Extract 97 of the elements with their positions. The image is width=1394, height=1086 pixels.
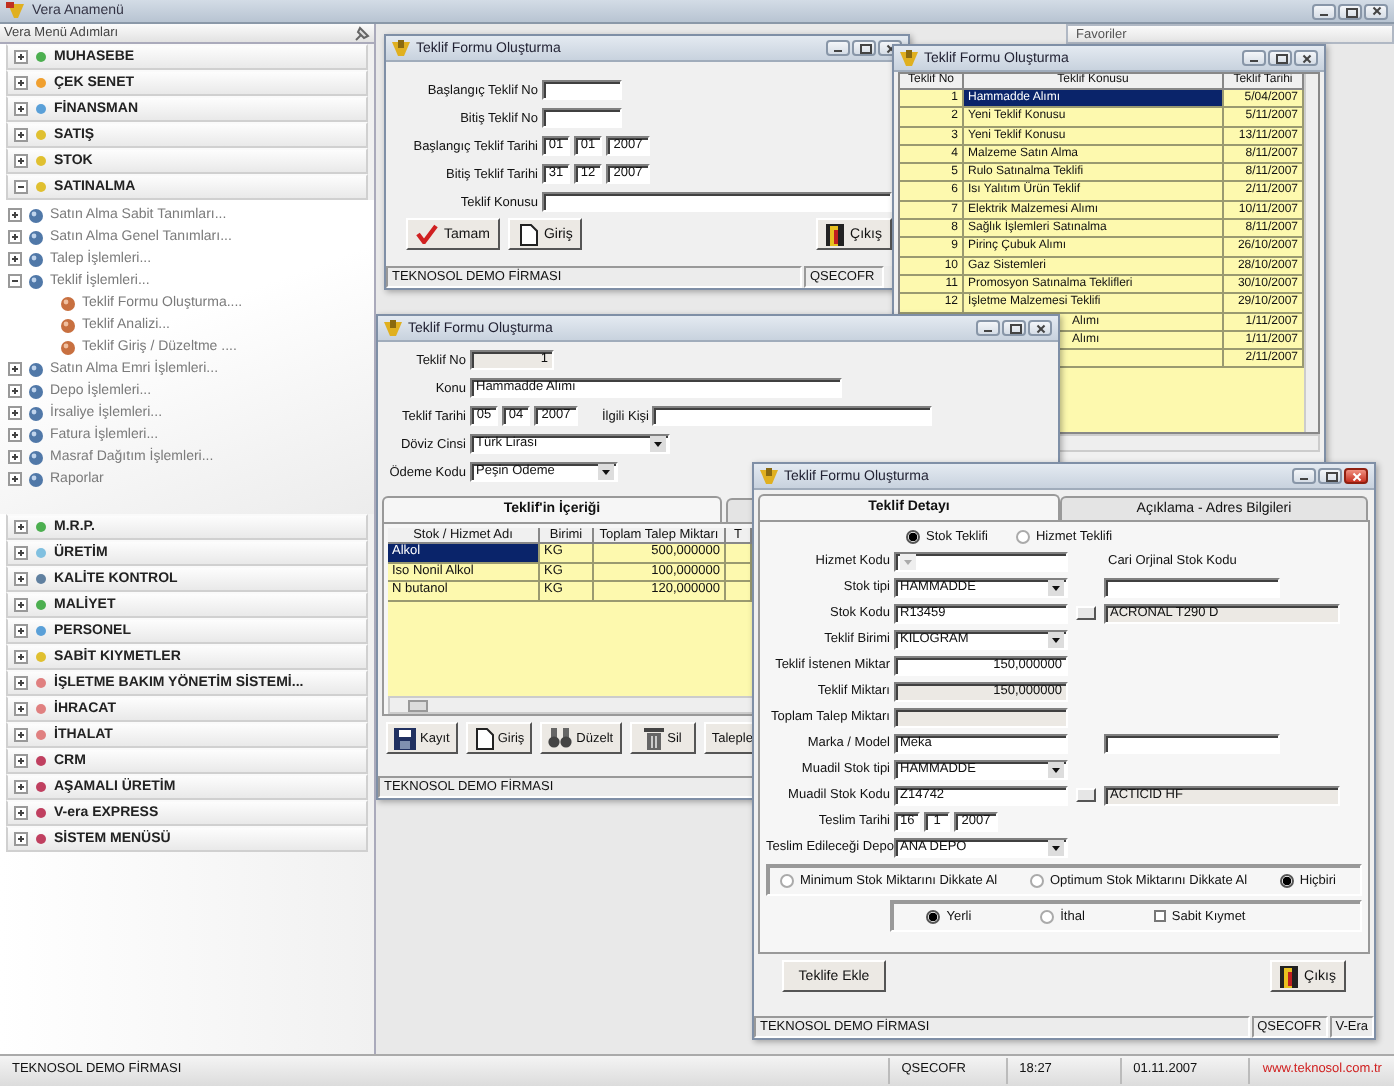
plus-box-icon[interactable] [14,520,28,534]
input-field[interactable] [652,406,933,426]
close-button[interactable] [1344,468,1368,484]
plus-box-icon[interactable] [14,728,28,742]
plus-box-icon[interactable] [8,230,22,244]
minus-box-icon[interactable] [14,180,28,194]
pin-icon[interactable] [354,25,370,41]
plus-box-icon[interactable] [8,472,22,486]
plus-box-icon[interactable] [14,154,28,168]
plus-box-icon[interactable] [14,624,28,638]
plus-box-icon[interactable] [14,76,28,90]
plus-box-icon[interactable] [8,208,22,222]
dropdown-arrow-icon [1048,579,1064,595]
minimize-button[interactable] [976,320,1000,336]
node-icon [28,251,44,267]
radio-button[interactable] [780,873,794,887]
minimize-button[interactable] [1242,50,1266,66]
dropdown-arrow-icon [1048,631,1064,647]
plus-box-icon[interactable] [14,546,28,560]
lookup-button[interactable] [1076,788,1096,802]
radio-button[interactable] [906,530,920,544]
minimize-button[interactable] [826,40,850,56]
maximize-button[interactable] [1338,3,1362,19]
minimize-button[interactable] [1312,3,1336,19]
input-field[interactable] [894,707,1068,727]
radio-button[interactable] [1029,873,1044,887]
app-icon [900,49,918,67]
input-field[interactable] [1104,577,1280,597]
door-icon [826,223,845,245]
radio-button[interactable] [1279,873,1294,887]
node-icon [28,405,44,421]
page-icon [517,223,538,245]
leaf-icon [60,317,76,333]
app-icon [384,319,402,337]
table-cell [726,544,752,564]
close-button[interactable] [1294,50,1318,66]
node-icon [28,273,44,289]
plus-box-icon[interactable] [14,806,28,820]
app-icon [392,39,410,57]
plus-box-icon[interactable] [14,702,28,716]
table-cell [726,582,752,602]
plus-box-icon[interactable] [14,676,28,690]
input-field[interactable] [1104,733,1280,753]
radio-button[interactable] [1015,530,1030,544]
radio-button[interactable] [1040,909,1055,923]
plus-box-icon[interactable] [14,754,28,768]
dropdown-arrow-icon [1048,761,1064,777]
app-icon [6,2,26,20]
radio-button[interactable] [926,909,941,923]
plus-box-icon[interactable] [8,428,22,442]
door-icon [1280,965,1299,987]
node-icon [28,449,44,465]
vertical-scrollbar[interactable] [1304,74,1318,432]
dropdown-arrow-icon [1048,839,1064,855]
lookup-button[interactable] [1076,606,1096,620]
plus-box-icon[interactable] [14,832,28,846]
node-icon [28,471,44,487]
input-field[interactable] [542,108,622,128]
plus-box-icon[interactable] [14,650,28,664]
plus-box-icon[interactable] [14,50,28,64]
check-icon [416,224,438,244]
plus-box-icon[interactable] [8,384,22,398]
leaf-icon [60,295,76,311]
node-icon [28,361,44,377]
plus-box-icon[interactable] [8,450,22,464]
minimize-button[interactable] [1292,468,1316,484]
plus-box-icon[interactable] [8,252,22,266]
dropdown-arrow-icon [598,464,614,480]
minus-box-icon[interactable] [8,274,22,288]
input-field[interactable] [542,192,892,212]
maximize-button[interactable] [1268,50,1292,66]
trash-icon [643,727,664,749]
plus-box-icon[interactable] [8,406,22,420]
maximize-button[interactable] [1318,468,1342,484]
close-button[interactable] [1364,3,1388,19]
plus-box-icon[interactable] [14,128,28,142]
binoculars-icon [548,728,573,748]
table-cell [726,563,752,583]
node-icon [28,383,44,399]
app-icon [760,467,778,485]
close-button[interactable] [1028,320,1052,336]
node-icon [28,207,44,223]
plus-box-icon[interactable] [14,780,28,794]
plus-box-icon[interactable] [14,598,28,612]
node-icon [28,427,44,443]
plus-box-icon[interactable] [14,572,28,586]
maximize-button[interactable] [852,40,876,56]
dropdown-arrow-icon [900,553,916,569]
page-icon [473,727,494,749]
plus-box-icon[interactable] [14,102,28,116]
plus-box-icon[interactable] [8,362,22,376]
dropdown-arrow-icon [650,436,666,452]
checkbox[interactable] [1153,910,1166,922]
leaf-icon [60,339,76,355]
node-icon [28,229,44,245]
maximize-button[interactable] [1002,320,1026,336]
input-field[interactable] [542,80,622,100]
